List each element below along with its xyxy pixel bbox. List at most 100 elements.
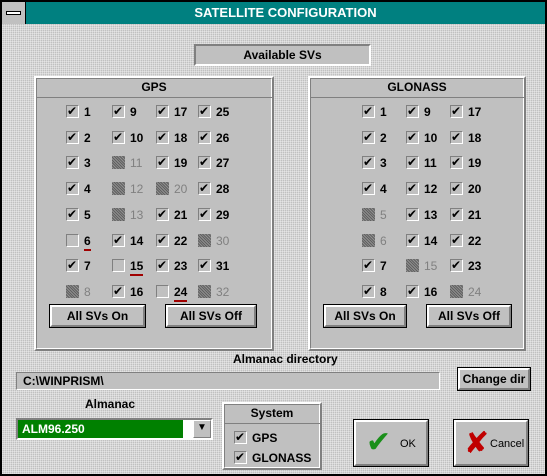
cancel-button[interactable]: ✘ Cancel bbox=[453, 419, 529, 467]
gps-sv-14-checkbox[interactable]: 14 bbox=[112, 233, 156, 249]
checkbox-check-icon bbox=[362, 130, 375, 144]
gps-sv-27-checkbox[interactable]: 27 bbox=[198, 155, 242, 171]
gps-sv-8-checkbox[interactable]: 8 bbox=[66, 284, 110, 300]
gps-sv-5-checkbox[interactable]: 5 bbox=[66, 207, 110, 223]
glonass-all-svs-off-button[interactable]: All SVs Off bbox=[426, 304, 512, 328]
glonass-sv-18-checkbox[interactable]: 18 bbox=[450, 130, 494, 146]
gps-sv-24-checkbox[interactable]: 24 bbox=[156, 284, 200, 302]
almanac-select[interactable]: ALM96.250 ▼ bbox=[16, 418, 213, 440]
checkbox-disabled-icon bbox=[450, 284, 463, 298]
checkbox-check-icon bbox=[66, 207, 79, 221]
gps-sv-12-checkbox[interactable]: 12 bbox=[112, 181, 156, 197]
gps-all-svs-on-button[interactable]: All SVs On bbox=[49, 304, 146, 328]
gps-sv-26-checkbox[interactable]: 26 bbox=[198, 130, 242, 146]
gps-sv-32-checkbox[interactable]: 32 bbox=[198, 284, 242, 300]
glonass-sv-17-checkbox[interactable]: 17 bbox=[450, 104, 494, 120]
gps-sv-number: 2 bbox=[84, 130, 91, 145]
checkbox-empty-icon bbox=[66, 233, 79, 247]
checkbox-check-icon bbox=[66, 155, 79, 170]
glonass-sv-21-checkbox[interactable]: 21 bbox=[450, 207, 494, 223]
gps-sv-number: 20 bbox=[174, 182, 188, 197]
gps-sv-17-checkbox[interactable]: 17 bbox=[156, 104, 200, 120]
gps-sv-3-checkbox[interactable]: 3 bbox=[66, 155, 110, 171]
gps-group-title: GPS bbox=[36, 80, 272, 98]
checkbox-check-icon bbox=[450, 181, 463, 196]
glonass-sv-5-checkbox[interactable]: 5 bbox=[362, 207, 406, 223]
gps-sv-10-checkbox[interactable]: 10 bbox=[112, 130, 156, 146]
gps-sv-29-checkbox[interactable]: 29 bbox=[198, 207, 242, 223]
gps-sv-9-checkbox[interactable]: 9 bbox=[112, 104, 156, 120]
checkbox-check-icon bbox=[198, 181, 211, 196]
glonass-sv-7-checkbox[interactable]: 7 bbox=[362, 258, 406, 274]
glonass-sv-9-checkbox[interactable]: 9 bbox=[406, 104, 450, 120]
gps-sv-23-checkbox[interactable]: 23 bbox=[156, 258, 200, 274]
checkbox-check-icon bbox=[234, 430, 247, 444]
glonass-sv-4-checkbox[interactable]: 4 bbox=[362, 181, 406, 197]
gps-sv-1-checkbox[interactable]: 1 bbox=[66, 104, 110, 120]
gps-sv-15-checkbox[interactable]: 15 bbox=[112, 258, 156, 277]
change-dir-button[interactable]: Change dir bbox=[457, 367, 531, 391]
gps-sv-18-checkbox[interactable]: 18 bbox=[156, 130, 200, 146]
glonass-sv-number: 3 bbox=[380, 156, 387, 171]
system-glonass-checkbox[interactable]: GLONASS bbox=[234, 450, 318, 466]
checkbox-check-icon bbox=[450, 104, 463, 118]
gps-sv-2-checkbox[interactable]: 2 bbox=[66, 130, 110, 146]
dropdown-arrow-icon[interactable]: ▼ bbox=[193, 420, 211, 438]
glonass-sv-20-checkbox[interactable]: 20 bbox=[450, 181, 494, 197]
checkbox-check-icon bbox=[66, 130, 79, 144]
checkbox-disabled-icon bbox=[112, 182, 125, 196]
gps-sv-21-checkbox[interactable]: 21 bbox=[156, 207, 200, 223]
checkbox-disabled-icon bbox=[198, 284, 211, 298]
glonass-sv-number: 4 bbox=[380, 182, 387, 197]
glonass-sv-13-checkbox[interactable]: 13 bbox=[406, 207, 450, 223]
checkbox-check-icon bbox=[112, 233, 125, 247]
checkbox-check-icon bbox=[362, 258, 375, 273]
gps-all-svs-off-button[interactable]: All SVs Off bbox=[165, 304, 257, 328]
glonass-sv-6-checkbox[interactable]: 6 bbox=[362, 233, 406, 249]
glonass-sv-22-checkbox[interactable]: 22 bbox=[450, 233, 494, 249]
glonass-sv-12-checkbox[interactable]: 12 bbox=[406, 181, 450, 197]
glonass-sv-15-checkbox[interactable]: 15 bbox=[406, 258, 450, 274]
system-gps-checkbox[interactable]: GPS bbox=[234, 430, 314, 446]
checkbox-disabled-icon bbox=[362, 233, 375, 247]
glonass-sv-10-checkbox[interactable]: 10 bbox=[406, 130, 450, 146]
gps-sv-number: 15 bbox=[130, 259, 144, 277]
glonass-sv-16-checkbox[interactable]: 16 bbox=[406, 284, 450, 300]
checkbox-check-icon bbox=[406, 207, 419, 221]
gps-sv-number: 4 bbox=[84, 182, 91, 197]
gps-sv-30-checkbox[interactable]: 30 bbox=[198, 233, 242, 249]
glonass-sv-14-checkbox[interactable]: 14 bbox=[406, 233, 450, 249]
gps-sv-4-checkbox[interactable]: 4 bbox=[66, 181, 110, 197]
gps-sv-31-checkbox[interactable]: 31 bbox=[198, 258, 242, 274]
gps-sv-22-checkbox[interactable]: 22 bbox=[156, 233, 200, 249]
ok-button[interactable]: ✔ OK bbox=[353, 419, 429, 467]
gps-sv-number: 29 bbox=[216, 207, 230, 222]
gps-sv-6-checkbox[interactable]: 6 bbox=[66, 233, 110, 251]
gps-sv-number: 9 bbox=[130, 105, 137, 119]
gps-sv-20-checkbox[interactable]: 20 bbox=[156, 181, 200, 197]
glonass-sv-19-checkbox[interactable]: 19 bbox=[450, 155, 494, 171]
gps-sv-19-checkbox[interactable]: 19 bbox=[156, 155, 200, 171]
gps-sv-11-checkbox[interactable]: 11 bbox=[112, 155, 156, 171]
glonass-sv-1-checkbox[interactable]: 1 bbox=[362, 104, 406, 120]
glonass-all-svs-on-button[interactable]: All SVs On bbox=[323, 304, 407, 328]
window-title: SATELLITE CONFIGURATION bbox=[194, 5, 377, 20]
cancel-button-label: Cancel bbox=[490, 438, 525, 450]
checkbox-check-icon bbox=[198, 207, 211, 221]
glonass-sv-number: 17 bbox=[468, 105, 482, 119]
glonass-sv-11-checkbox[interactable]: 11 bbox=[406, 155, 450, 171]
almanac-selected-value: ALM96.250 bbox=[18, 420, 183, 438]
gps-sv-25-checkbox[interactable]: 25 bbox=[198, 104, 242, 120]
gps-sv-28-checkbox[interactable]: 28 bbox=[198, 181, 242, 197]
glonass-sv-23-checkbox[interactable]: 23 bbox=[450, 258, 494, 274]
system-menu-icon[interactable] bbox=[2, 2, 26, 24]
glonass-sv-2-checkbox[interactable]: 2 bbox=[362, 130, 406, 146]
gps-sv-13-checkbox[interactable]: 13 bbox=[112, 207, 156, 223]
glonass-sv-24-checkbox[interactable]: 24 bbox=[450, 284, 494, 300]
gps-sv-16-checkbox[interactable]: 16 bbox=[112, 284, 156, 300]
checkbox-disabled-icon bbox=[406, 259, 419, 273]
checkbox-check-icon bbox=[406, 130, 419, 144]
gps-sv-7-checkbox[interactable]: 7 bbox=[66, 258, 110, 274]
glonass-sv-3-checkbox[interactable]: 3 bbox=[362, 155, 406, 171]
glonass-sv-8-checkbox[interactable]: 8 bbox=[362, 284, 406, 300]
